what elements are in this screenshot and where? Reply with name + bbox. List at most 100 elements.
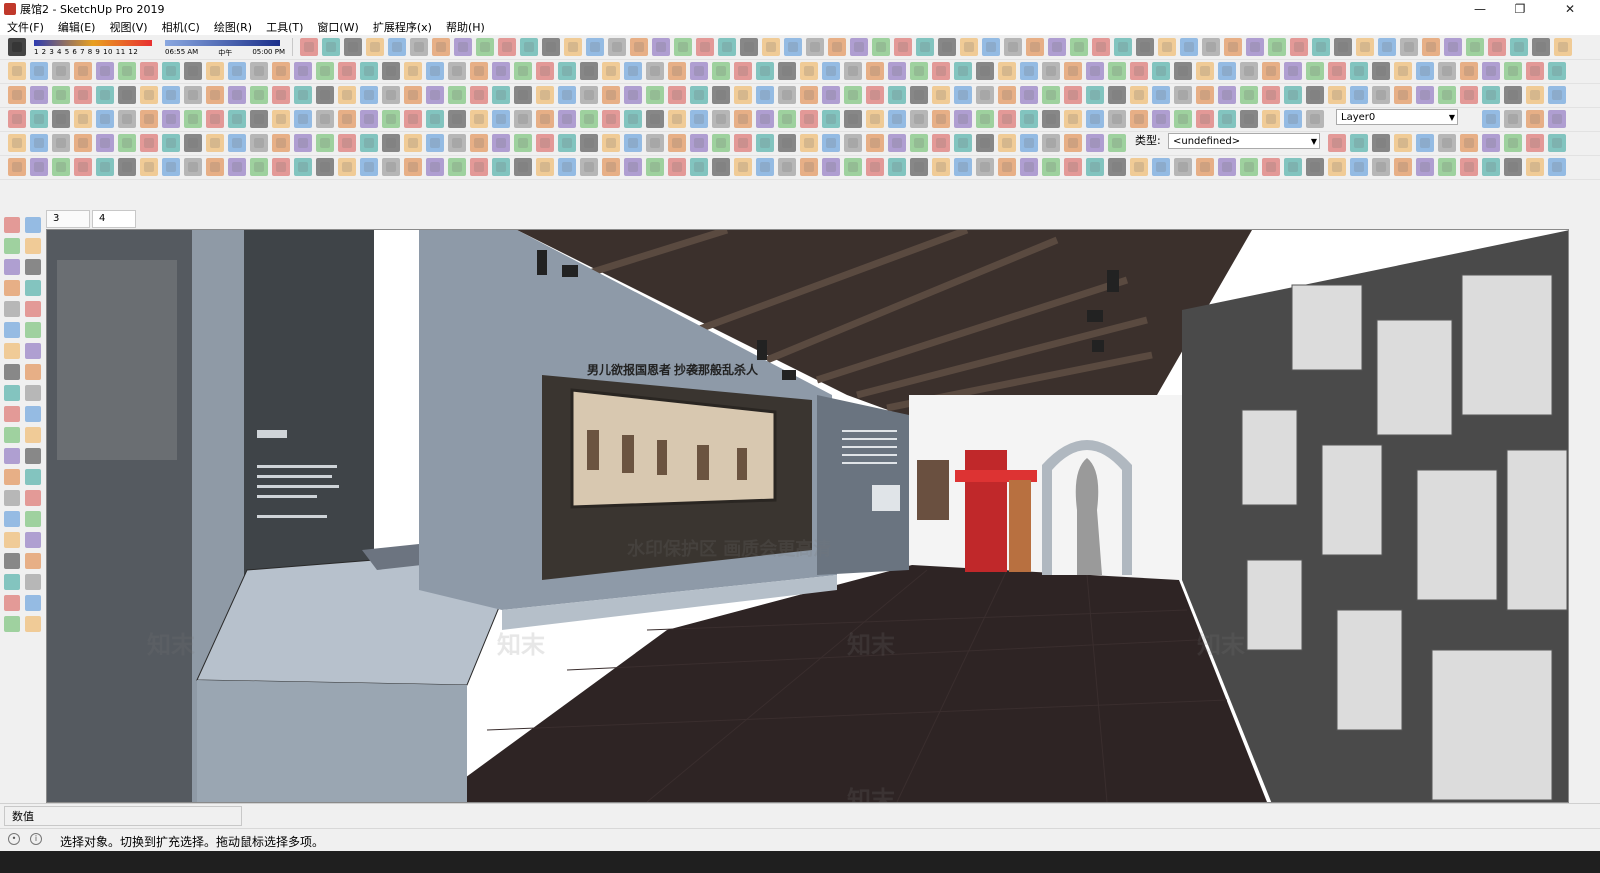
toolbar-tool-icon[interactable] [1174, 110, 1192, 128]
toolbar-tool-icon[interactable] [74, 158, 92, 176]
toolbar-tool-icon[interactable] [690, 158, 708, 176]
toolbar-tool-icon[interactable] [498, 38, 516, 56]
toolbar-tool-icon[interactable] [536, 110, 554, 128]
toolbar-tool-icon[interactable] [1394, 158, 1412, 176]
toolbar-tool-icon[interactable] [448, 110, 466, 128]
toolbar-tool-icon[interactable] [74, 110, 92, 128]
toolbar-tool-icon[interactable] [1306, 86, 1324, 104]
toolbar-tool-icon[interactable] [470, 110, 488, 128]
toolbar-tool-icon[interactable] [1268, 38, 1286, 56]
toolbar-tool-icon[interactable] [360, 134, 378, 152]
toolbar-tool-icon[interactable] [646, 86, 664, 104]
toolbar-tool-icon[interactable] [338, 86, 356, 104]
toolbar-tool-icon[interactable] [1416, 134, 1434, 152]
drawing-tool-icon[interactable] [4, 553, 20, 569]
toolbar-tool-icon[interactable] [1306, 158, 1324, 176]
toolbar-tool-icon[interactable] [602, 134, 620, 152]
toolbar-tool-icon[interactable] [338, 110, 356, 128]
toolbar-tool-icon[interactable] [448, 86, 466, 104]
toolbar-tool-icon[interactable] [1042, 134, 1060, 152]
toolbar-tool-icon[interactable] [1416, 62, 1434, 80]
toolbar-tool-icon[interactable] [206, 86, 224, 104]
toolbar-tool-icon[interactable] [52, 134, 70, 152]
toolbar-tool-icon[interactable] [850, 38, 868, 56]
drawing-tool-icon[interactable] [4, 616, 20, 632]
toolbar-tool-icon[interactable] [1290, 38, 1308, 56]
toolbar-tool-icon[interactable] [272, 62, 290, 80]
toolbar-tool-icon[interactable] [1504, 134, 1522, 152]
toolbar-tool-icon[interactable] [1350, 62, 1368, 80]
toolbar-tool-icon[interactable] [910, 158, 928, 176]
toolbar-tool-icon[interactable] [426, 110, 444, 128]
toolbar-tool-icon[interactable] [1262, 62, 1280, 80]
toolbar-tool-icon[interactable] [910, 110, 928, 128]
toolbar-tool-icon[interactable] [1020, 158, 1038, 176]
toolbar-tool-icon[interactable] [998, 158, 1016, 176]
toolbar-tool-icon[interactable] [96, 62, 114, 80]
toolbar-tool-icon[interactable] [492, 62, 510, 80]
toolbar-tool-icon[interactable] [228, 62, 246, 80]
toolbar-tool-icon[interactable] [998, 86, 1016, 104]
toolbar-tool-icon[interactable] [1526, 134, 1544, 152]
toolbar-tool-icon[interactable] [1092, 38, 1110, 56]
toolbar-tool-icon[interactable] [844, 62, 862, 80]
toolbar-tool-icon[interactable] [448, 134, 466, 152]
toolbar-tool-icon[interactable] [1086, 86, 1104, 104]
toolbar-tool-icon[interactable] [1218, 86, 1236, 104]
toolbar-tool-icon[interactable] [1460, 158, 1478, 176]
toolbar-tool-icon[interactable] [580, 158, 598, 176]
toolbar-tool-icon[interactable] [1438, 158, 1456, 176]
toolbar-tool-icon[interactable] [602, 110, 620, 128]
toolbar-tool-icon[interactable] [756, 62, 774, 80]
toolbar-tool-icon[interactable] [668, 134, 686, 152]
toolbar-tool-icon[interactable] [294, 110, 312, 128]
toolbar-tool-icon[interactable] [426, 62, 444, 80]
toolbar-tool-icon[interactable] [1202, 38, 1220, 56]
toolbar-tool-icon[interactable] [624, 62, 642, 80]
toolbar-tool-icon[interactable] [888, 110, 906, 128]
toolbar-tool-icon[interactable] [536, 134, 554, 152]
toolbar-tool-icon[interactable] [1378, 38, 1396, 56]
menu-help[interactable]: 帮助(H) [439, 19, 492, 35]
toolbar-tool-icon[interactable] [734, 158, 752, 176]
toolbar-tool-icon[interactable] [1246, 38, 1264, 56]
toolbar-tool-icon[interactable] [52, 158, 70, 176]
toolbar-tool-icon[interactable] [668, 110, 686, 128]
toolbar-tool-icon[interactable] [536, 158, 554, 176]
toolbar-tool-icon[interactable] [1526, 110, 1544, 128]
toolbar-tool-icon[interactable] [1086, 110, 1104, 128]
drawing-tool-icon[interactable] [4, 595, 20, 611]
toolbar-tool-icon[interactable] [52, 110, 70, 128]
toolbar-tool-icon[interactable] [888, 86, 906, 104]
toolbar-tool-icon[interactable] [976, 86, 994, 104]
toolbar-tool-icon[interactable] [1328, 86, 1346, 104]
toolbar-tool-icon[interactable] [316, 134, 334, 152]
drawing-tool-icon[interactable] [4, 301, 20, 317]
toolbar-tool-icon[interactable] [1400, 38, 1418, 56]
toolbar-tool-icon[interactable] [1218, 158, 1236, 176]
toolbar-tool-icon[interactable] [1108, 110, 1126, 128]
toolbar-tool-icon[interactable] [74, 134, 92, 152]
toolbar-tool-icon[interactable] [1086, 134, 1104, 152]
toolbar-tool-icon[interactable] [514, 134, 532, 152]
toolbar-tool-icon[interactable] [140, 62, 158, 80]
toolbar-tool-icon[interactable] [558, 86, 576, 104]
toolbar-tool-icon[interactable] [30, 62, 48, 80]
toolbar-tool-icon[interactable] [382, 62, 400, 80]
toolbar-tool-icon[interactable] [1174, 62, 1192, 80]
toolbar-tool-icon[interactable] [1130, 158, 1148, 176]
toolbar-tool-icon[interactable] [580, 62, 598, 80]
toolbar-tool-icon[interactable] [1064, 86, 1082, 104]
toolbar-tool-icon[interactable] [454, 38, 472, 56]
toolbar-tool-icon[interactable] [712, 158, 730, 176]
toolbar-tool-icon[interactable] [1504, 158, 1522, 176]
measurements-input[interactable] [4, 806, 242, 826]
toolbar-tool-icon[interactable] [250, 158, 268, 176]
toolbar-tool-icon[interactable] [514, 110, 532, 128]
toolbar-tool-icon[interactable] [608, 38, 626, 56]
toolbar-tool-icon[interactable] [822, 86, 840, 104]
drawing-tool-icon[interactable] [25, 532, 41, 548]
toolbar-tool-icon[interactable] [162, 86, 180, 104]
toolbar-tool-icon[interactable] [74, 62, 92, 80]
toolbar-tool-icon[interactable] [674, 38, 692, 56]
